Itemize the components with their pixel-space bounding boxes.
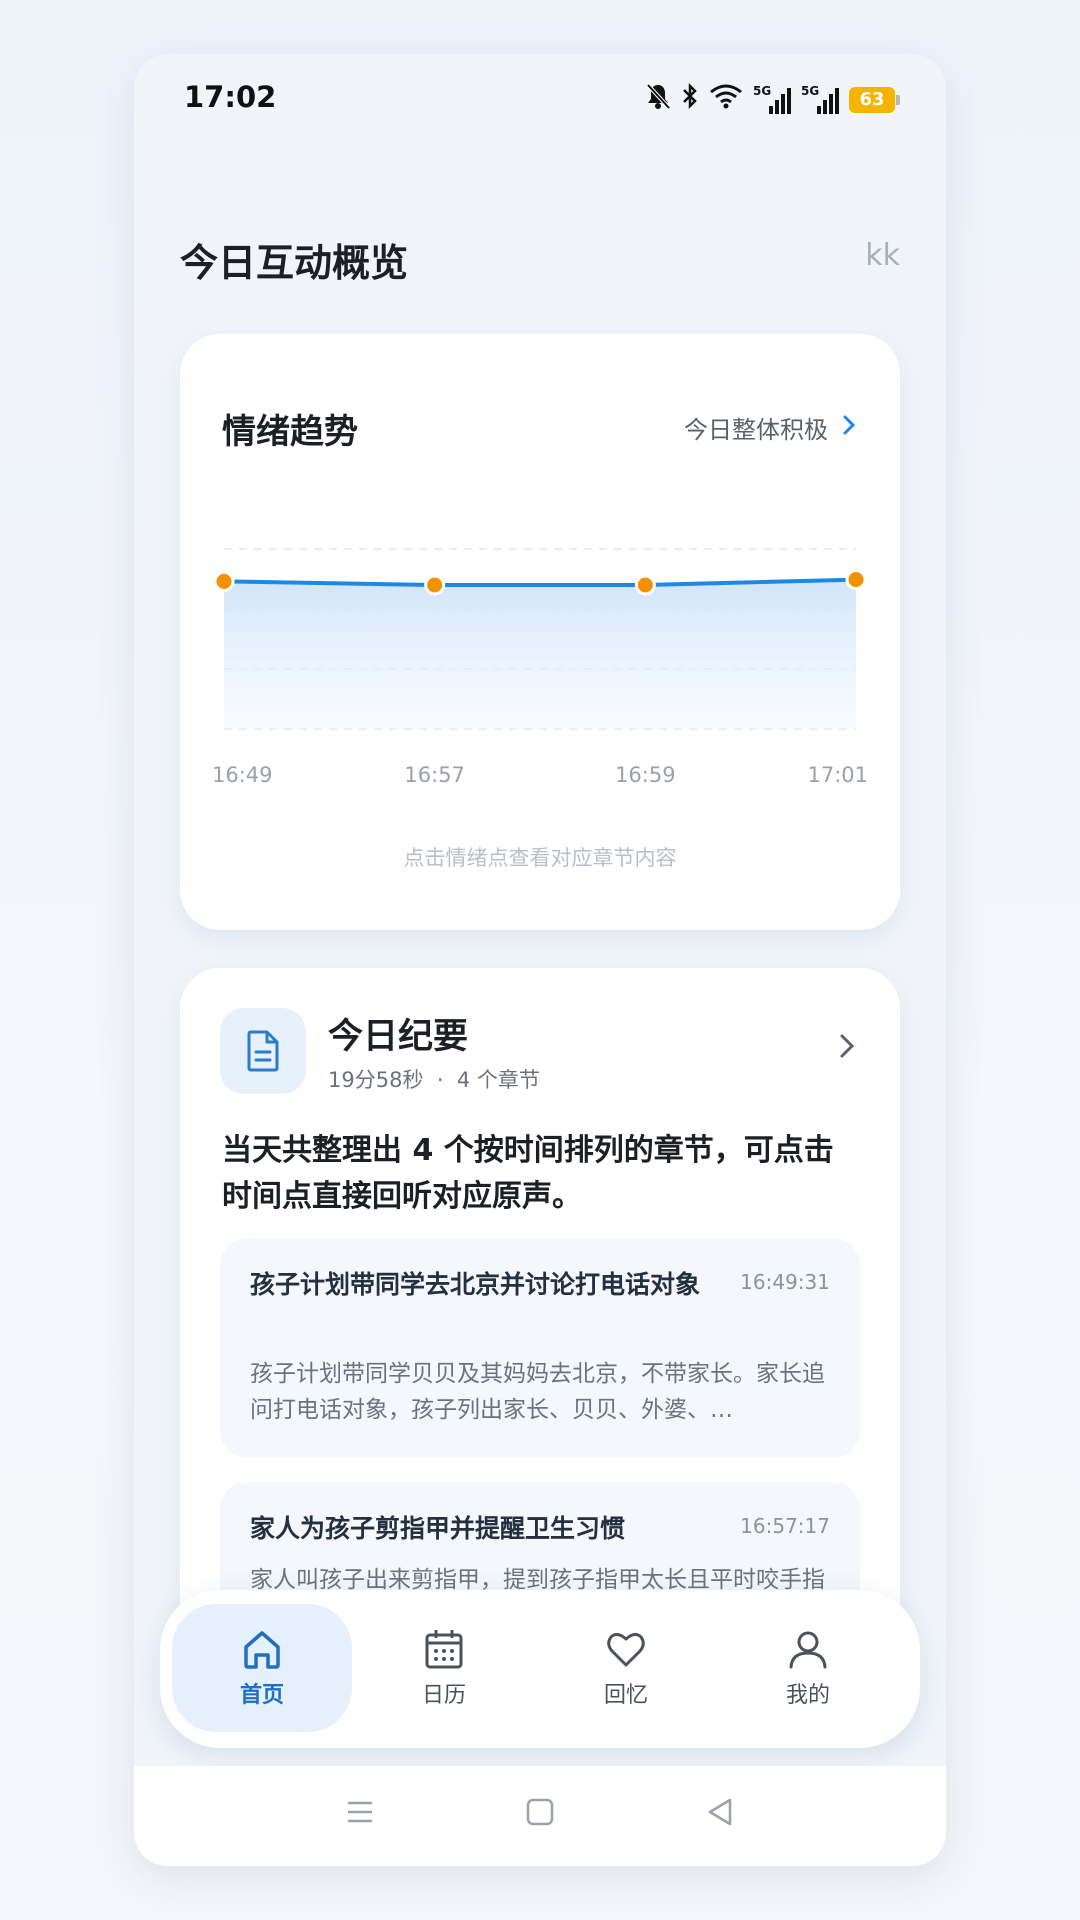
chapter-item[interactable]: 孩子计划带同学去北京并讨论打电话对象 16:49:31 孩子计划带同学贝贝及其妈… <box>220 1238 860 1458</box>
document-icon <box>220 1008 306 1094</box>
nav-label: 我的 <box>785 1683 830 1708</box>
chapter-time[interactable]: 16:57:17 <box>740 1514 830 1538</box>
signal-5g-icon: 5G <box>801 83 839 114</box>
bell-off-icon <box>645 82 671 117</box>
user-initial[interactable]: kk <box>865 238 900 273</box>
nav-label: 首页 <box>239 1683 284 1708</box>
chapter-title: 家人为孩子剪指甲并提醒卫生习惯 <box>250 1514 626 1543</box>
chapter-title: 孩子计划带同学去北京并讨论打电话对象 <box>250 1270 701 1299</box>
mood-chart: 16:49 16:57 16:59 17:01 <box>212 548 868 787</box>
mood-point[interactable] <box>845 569 867 591</box>
bottom-nav: 首页 日历 回忆 我的 <box>160 1590 920 1748</box>
mood-point[interactable] <box>213 570 235 592</box>
heart-icon <box>607 1632 645 1667</box>
calendar-icon <box>425 1630 463 1669</box>
nav-memories[interactable]: 回忆 <box>536 1604 716 1732</box>
chart-x-tick-label: 16:49 <box>212 763 273 787</box>
network-tag: 5G <box>801 83 820 98</box>
battery-icon: 63 <box>849 86 900 113</box>
wifi-icon <box>709 82 743 117</box>
chevron-right-icon[interactable] <box>838 1032 856 1064</box>
page-title: 今日互动概览 <box>180 241 409 285</box>
back-triangle-icon[interactable] <box>704 1796 736 1832</box>
chart-x-tick-label: 16:59 <box>615 763 676 787</box>
chapter-time[interactable]: 16:49:31 <box>740 1270 830 1294</box>
nav-home[interactable]: 首页 <box>172 1604 352 1732</box>
menu-icon[interactable] <box>344 1796 376 1832</box>
status-time: 17:02 <box>184 80 277 114</box>
summary-title: 今日纪要 <box>328 1017 469 1057</box>
chart-x-tick-label: 17:01 <box>807 763 868 787</box>
status-icons: 5G 5G 63 <box>645 82 900 117</box>
nav-calendar[interactable]: 日历 <box>354 1604 534 1732</box>
chart-area <box>224 579 856 729</box>
home-square-icon[interactable] <box>524 1796 556 1832</box>
summary-meta: 19分58秒 · 4 个章节 <box>328 1064 540 1094</box>
chart-x-tick-label: 16:57 <box>404 763 465 787</box>
summary-chapters-count: 4 个章节 <box>456 1068 540 1092</box>
battery-level: 63 <box>849 86 895 113</box>
signal-5g-icon: 5G <box>753 83 791 114</box>
nav-label: 日历 <box>421 1683 466 1708</box>
summary-duration: 19分58秒 <box>328 1068 424 1092</box>
network-tag: 5G <box>753 83 772 98</box>
mood-point[interactable] <box>424 574 446 596</box>
bluetooth-icon <box>681 82 699 117</box>
status-bar: 17:02 5G 5G 63 <box>134 54 946 154</box>
system-nav-bar <box>134 1766 946 1866</box>
user-icon <box>789 1631 827 1669</box>
chapter-text: 孩子计划带同学贝贝及其妈妈去北京，不带家长。家长追问打电话对象，孩子列出家长、贝… <box>250 1361 825 1423</box>
home-icon <box>244 1631 280 1669</box>
mood-trend-card: 情绪趋势 今日整体积极 16:49 16:57 16:59 17:01 点击情绪点查看… <box>180 334 900 930</box>
summary-lead: 当天共整理出 4 个按时间排列的章节，可点击时间点直接回听对应原声。 <box>222 1133 834 1214</box>
phone-screen: 17:02 5G 5G 63 今日互动概览 kk 情绪趋势 今日整体积极 16:… <box>134 54 946 1866</box>
nav-profile[interactable]: 我的 <box>718 1604 898 1732</box>
meta-separator: · <box>436 1068 444 1092</box>
chart-hint: 点击情绪点查看对应章节内容 <box>403 846 677 870</box>
nav-label: 回忆 <box>603 1683 648 1708</box>
mood-point[interactable] <box>634 574 656 596</box>
